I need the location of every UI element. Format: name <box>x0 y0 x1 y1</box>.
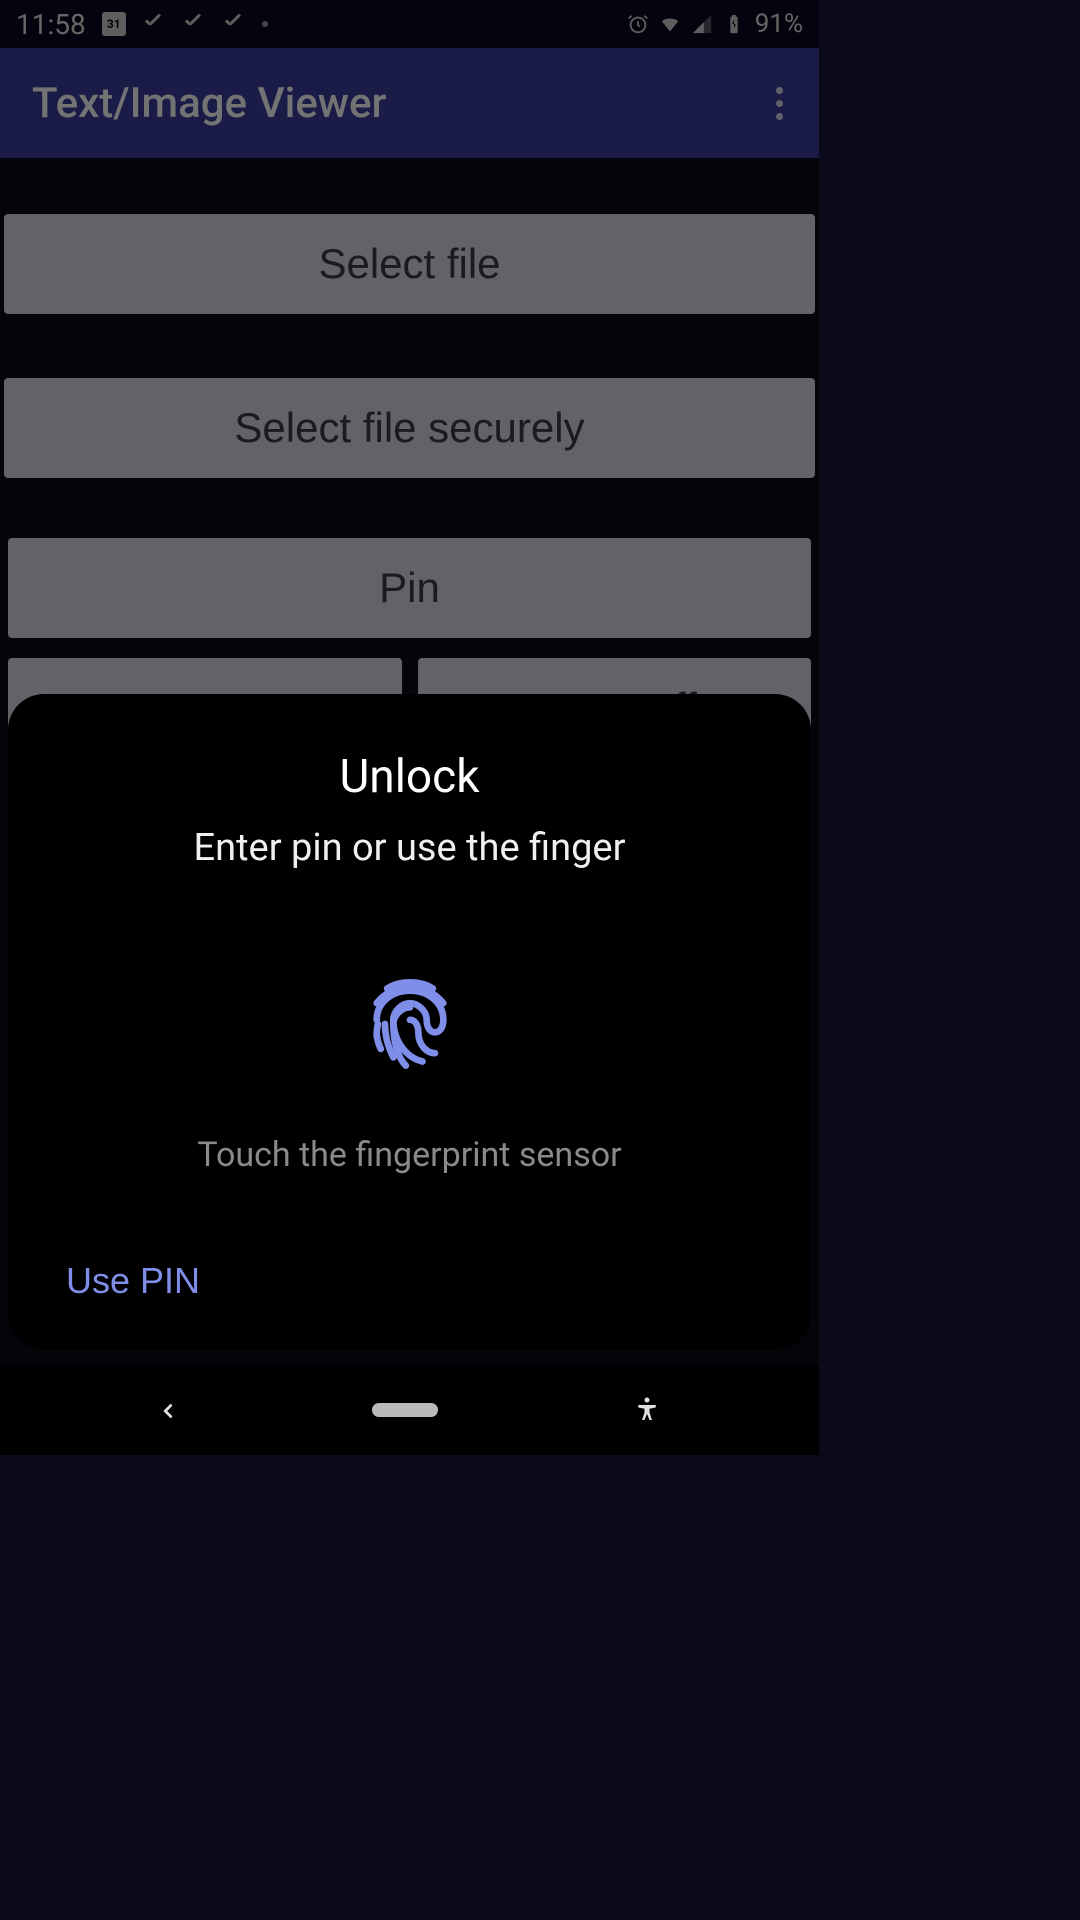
dialog-subtitle: Enter pin or use the finger <box>62 826 757 870</box>
check-icon <box>142 12 166 36</box>
dialog-title: Unlock <box>62 750 757 804</box>
main-content: Select file Select file securely Pin rot… <box>0 158 819 758</box>
notification-dot-icon <box>262 21 268 27</box>
fingerprint-area[interactable]: Touch the fingerprint sensor <box>62 890 757 1254</box>
status-left: 11:58 31 <box>16 8 268 41</box>
use-pin-button[interactable]: Use PIN <box>62 1254 757 1308</box>
battery-percentage: 91% <box>755 9 803 39</box>
status-bar: 11:58 31 91% <box>0 0 819 48</box>
check-icon <box>182 12 206 36</box>
fingerprint-icon <box>360 969 460 1083</box>
select-file-securely-button[interactable]: Select file securely <box>4 378 815 478</box>
home-pill-icon[interactable] <box>372 1403 438 1417</box>
more-vert-icon[interactable] <box>757 81 801 125</box>
navigation-bar <box>0 1365 819 1455</box>
app-title: Text/Image Viewer <box>32 79 386 128</box>
unlock-dialog: Unlock Enter pin or use the finger Touch… <box>8 694 811 1350</box>
accessibility-icon[interactable] <box>632 1395 662 1425</box>
fingerprint-hint: Touch the fingerprint sensor <box>197 1135 621 1175</box>
battery-icon <box>723 13 745 35</box>
alarm-icon <box>627 13 649 35</box>
status-right: 91% <box>627 9 803 39</box>
calendar-icon: 31 <box>102 12 126 36</box>
pin-button[interactable]: Pin <box>8 538 811 638</box>
signal-icon <box>691 13 713 35</box>
back-icon[interactable] <box>157 1389 179 1431</box>
status-time: 11:58 <box>16 8 86 41</box>
app-bar: Text/Image Viewer <box>0 48 819 158</box>
check-icon <box>222 12 246 36</box>
select-file-button[interactable]: Select file <box>4 214 815 314</box>
wifi-icon <box>659 13 681 35</box>
